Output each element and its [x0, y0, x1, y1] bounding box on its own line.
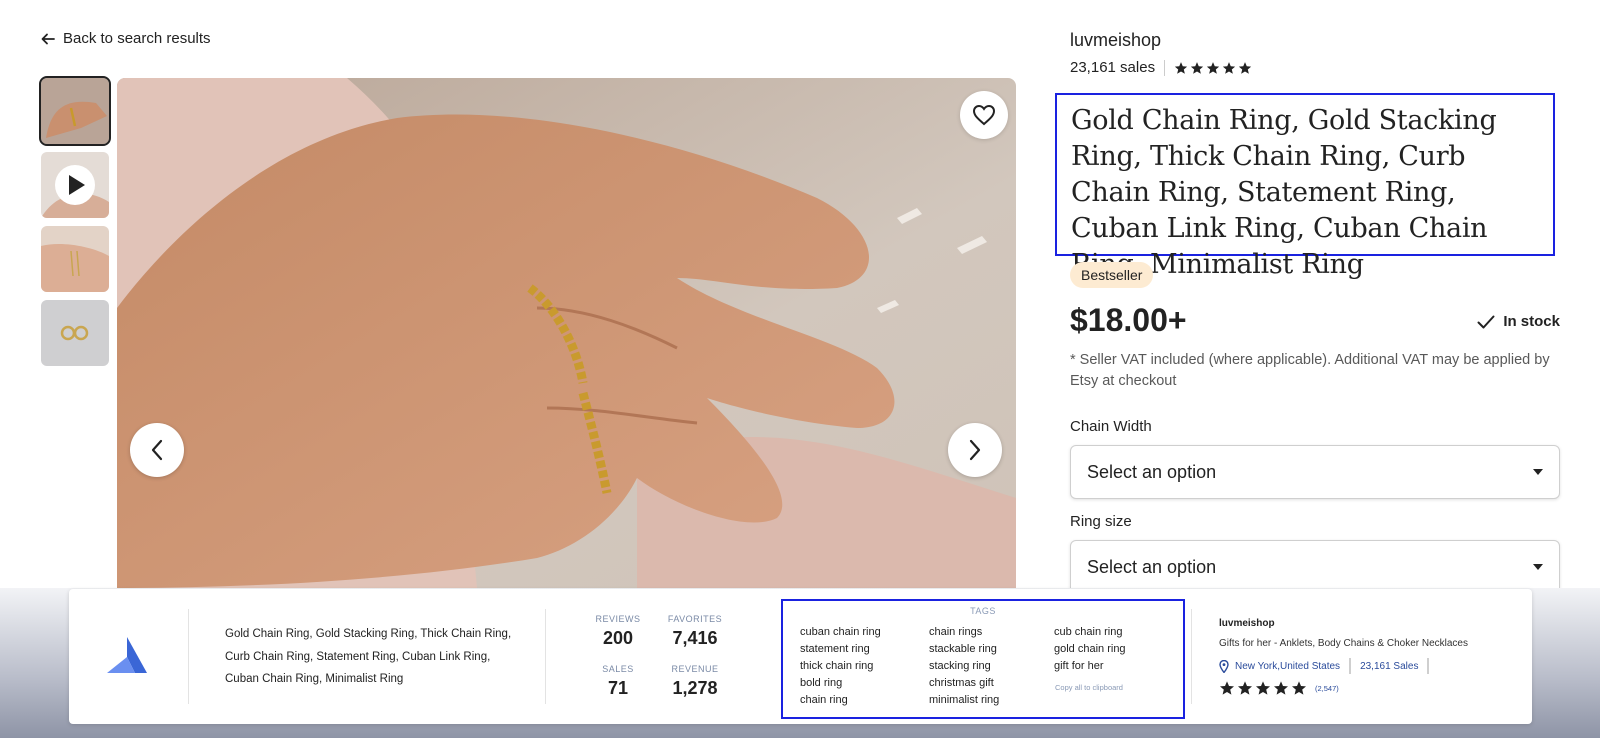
revenue-label: REVENUE: [671, 664, 719, 674]
ring-size-label: Ring size: [1070, 513, 1132, 530]
tag-item[interactable]: christmas gift: [929, 675, 999, 692]
rings-on-fabric-thumbnail: [41, 300, 109, 366]
arrow-left-icon: [41, 33, 55, 44]
divider: [188, 609, 189, 704]
thumbnail-list: [39, 76, 111, 374]
vat-note: * Seller VAT included (where applicable)…: [1070, 352, 1550, 389]
panel-shop-rating-count: (2,547): [1315, 683, 1339, 693]
chevron-right-icon: [969, 439, 981, 461]
back-to-search-link[interactable]: Back to search results: [40, 30, 211, 47]
star-icon: [1220, 681, 1234, 695]
ring-size-value: Select an option: [1087, 556, 1217, 577]
star-icon: [1292, 681, 1306, 695]
tag-item[interactable]: cub chain ring: [1054, 624, 1126, 641]
favorites-value: 7,416: [672, 628, 718, 648]
caret-down-icon: [1533, 564, 1543, 570]
tag-item[interactable]: bold ring: [800, 675, 881, 692]
thumbnail-3[interactable]: [41, 226, 109, 292]
star-icon: [1238, 681, 1252, 695]
star-icon: [1222, 61, 1236, 74]
chain-width-value: Select an option: [1087, 461, 1217, 482]
divider: [1427, 658, 1430, 674]
star-icon: [1238, 61, 1252, 74]
thumbnail-2[interactable]: [41, 152, 109, 218]
previous-image-button[interactable]: [130, 423, 184, 477]
reviews-stat: REVIEWS 200: [583, 614, 653, 649]
thumbnail-4[interactable]: [41, 300, 109, 366]
chain-width-select[interactable]: Select an option: [1070, 445, 1560, 499]
shop-sales-row: 23,161 sales: [1070, 59, 1560, 76]
chevron-left-icon: [151, 439, 163, 461]
reviews-label: REVIEWS: [595, 614, 641, 624]
star-icon: [1256, 681, 1270, 695]
tag-item[interactable]: gift for her: [1054, 658, 1126, 675]
divider: [545, 609, 546, 704]
panel-shop-location-row: New York,United States 23,161 Sales: [1219, 658, 1509, 674]
stock-status: In stock: [1477, 313, 1560, 330]
star-icon: [1190, 61, 1204, 74]
product-title: Gold Chain Ring, Gold Stacking Ring, Thi…: [1071, 105, 1497, 280]
sales-label: SALES: [602, 664, 634, 674]
sales-value: 71: [607, 678, 629, 698]
heart-icon: [972, 104, 996, 126]
panel-shop-description: Gifts for her - Anklets, Body Chains & C…: [1219, 638, 1468, 649]
ring-on-hand-thumbnail: [41, 78, 109, 144]
divider: [1191, 609, 1192, 704]
tag-item[interactable]: statement ring: [800, 641, 881, 658]
tags-column-2: chain rings stackable ring stacking ring…: [929, 624, 999, 709]
product-title-highlight: Gold Chain Ring, Gold Stacking Ring, Thi…: [1055, 93, 1555, 280]
tag-item[interactable]: chain ring: [800, 692, 881, 709]
shop-rating-stars[interactable]: [1174, 61, 1252, 75]
favorites-stat: FAVORITES 7,416: [660, 614, 730, 649]
shop-sales-count: 23,161 sales: [1070, 59, 1156, 76]
divider: [1164, 59, 1166, 76]
panel-shop-name[interactable]: luvmeishop: [1219, 618, 1509, 629]
main-product-image: [117, 78, 1016, 588]
thumbnail-1[interactable]: [39, 76, 111, 146]
tag-item[interactable]: chain rings: [929, 624, 999, 641]
star-icon: [1274, 681, 1288, 695]
star-icon: [1206, 61, 1220, 74]
tags-column-3: cub chain ring gold chain ring gift for …: [1054, 624, 1126, 675]
extension-logo-icon: [107, 637, 147, 673]
video-thumbnail: [41, 152, 109, 218]
ring-size-select[interactable]: Select an option: [1070, 540, 1560, 594]
tag-item[interactable]: minimalist ring: [929, 692, 999, 709]
tag-item[interactable]: stackable ring: [929, 641, 999, 658]
tags-column-1: cuban chain ring statement ring thick ch…: [800, 624, 881, 709]
product-header: luvmeishop 23,161 sales: [1070, 30, 1560, 76]
tags-section-highlight: TAGS cuban chain ring statement ring thi…: [781, 599, 1185, 719]
favorites-label: FAVORITES: [667, 614, 723, 624]
tag-item[interactable]: stacking ring: [929, 658, 999, 675]
reviews-value: 200: [602, 628, 634, 648]
panel-shop-sales: 23,161 Sales: [1360, 660, 1419, 672]
panel-listing-title: Gold Chain Ring, Gold Stacking Ring, Thi…: [225, 628, 512, 685]
panel-shop-location: New York,United States: [1235, 660, 1341, 672]
tags-label: TAGS: [970, 606, 996, 616]
copy-all-tags-link[interactable]: Copy all to clipboard: [1055, 683, 1123, 692]
tag-item[interactable]: cuban chain ring: [800, 624, 881, 641]
stock-status-label: In stock: [1503, 313, 1560, 330]
product-price: $18.00+: [1070, 302, 1187, 338]
tag-item[interactable]: thick chain ring: [800, 658, 881, 675]
bestseller-badge: Bestseller: [1070, 262, 1154, 288]
panel-shop-rating: (2,547): [1219, 680, 1509, 696]
revenue-stat: REVENUE 1,278: [660, 664, 730, 699]
favorite-button[interactable]: [960, 91, 1008, 139]
tag-item[interactable]: gold chain ring: [1054, 641, 1126, 658]
panel-shop-info: luvmeishop Gifts for her - Anklets, Body…: [1219, 618, 1509, 696]
sales-stat: SALES 71: [583, 664, 653, 699]
back-link-label: Back to search results: [63, 30, 211, 47]
divider: [1349, 658, 1352, 674]
next-image-button[interactable]: [948, 423, 1002, 477]
caret-down-icon: [1533, 469, 1543, 475]
chain-width-label: Chain Width: [1070, 418, 1152, 435]
shop-name-link[interactable]: luvmeishop: [1070, 30, 1560, 51]
checkmark-icon: [1477, 315, 1495, 328]
location-pin-icon: [1219, 659, 1229, 673]
gold-chain-ring-photo: [117, 78, 1016, 588]
revenue-value: 1,278: [672, 678, 718, 698]
ring-stack-thumbnail: [41, 226, 109, 292]
star-icon: [1174, 61, 1188, 74]
